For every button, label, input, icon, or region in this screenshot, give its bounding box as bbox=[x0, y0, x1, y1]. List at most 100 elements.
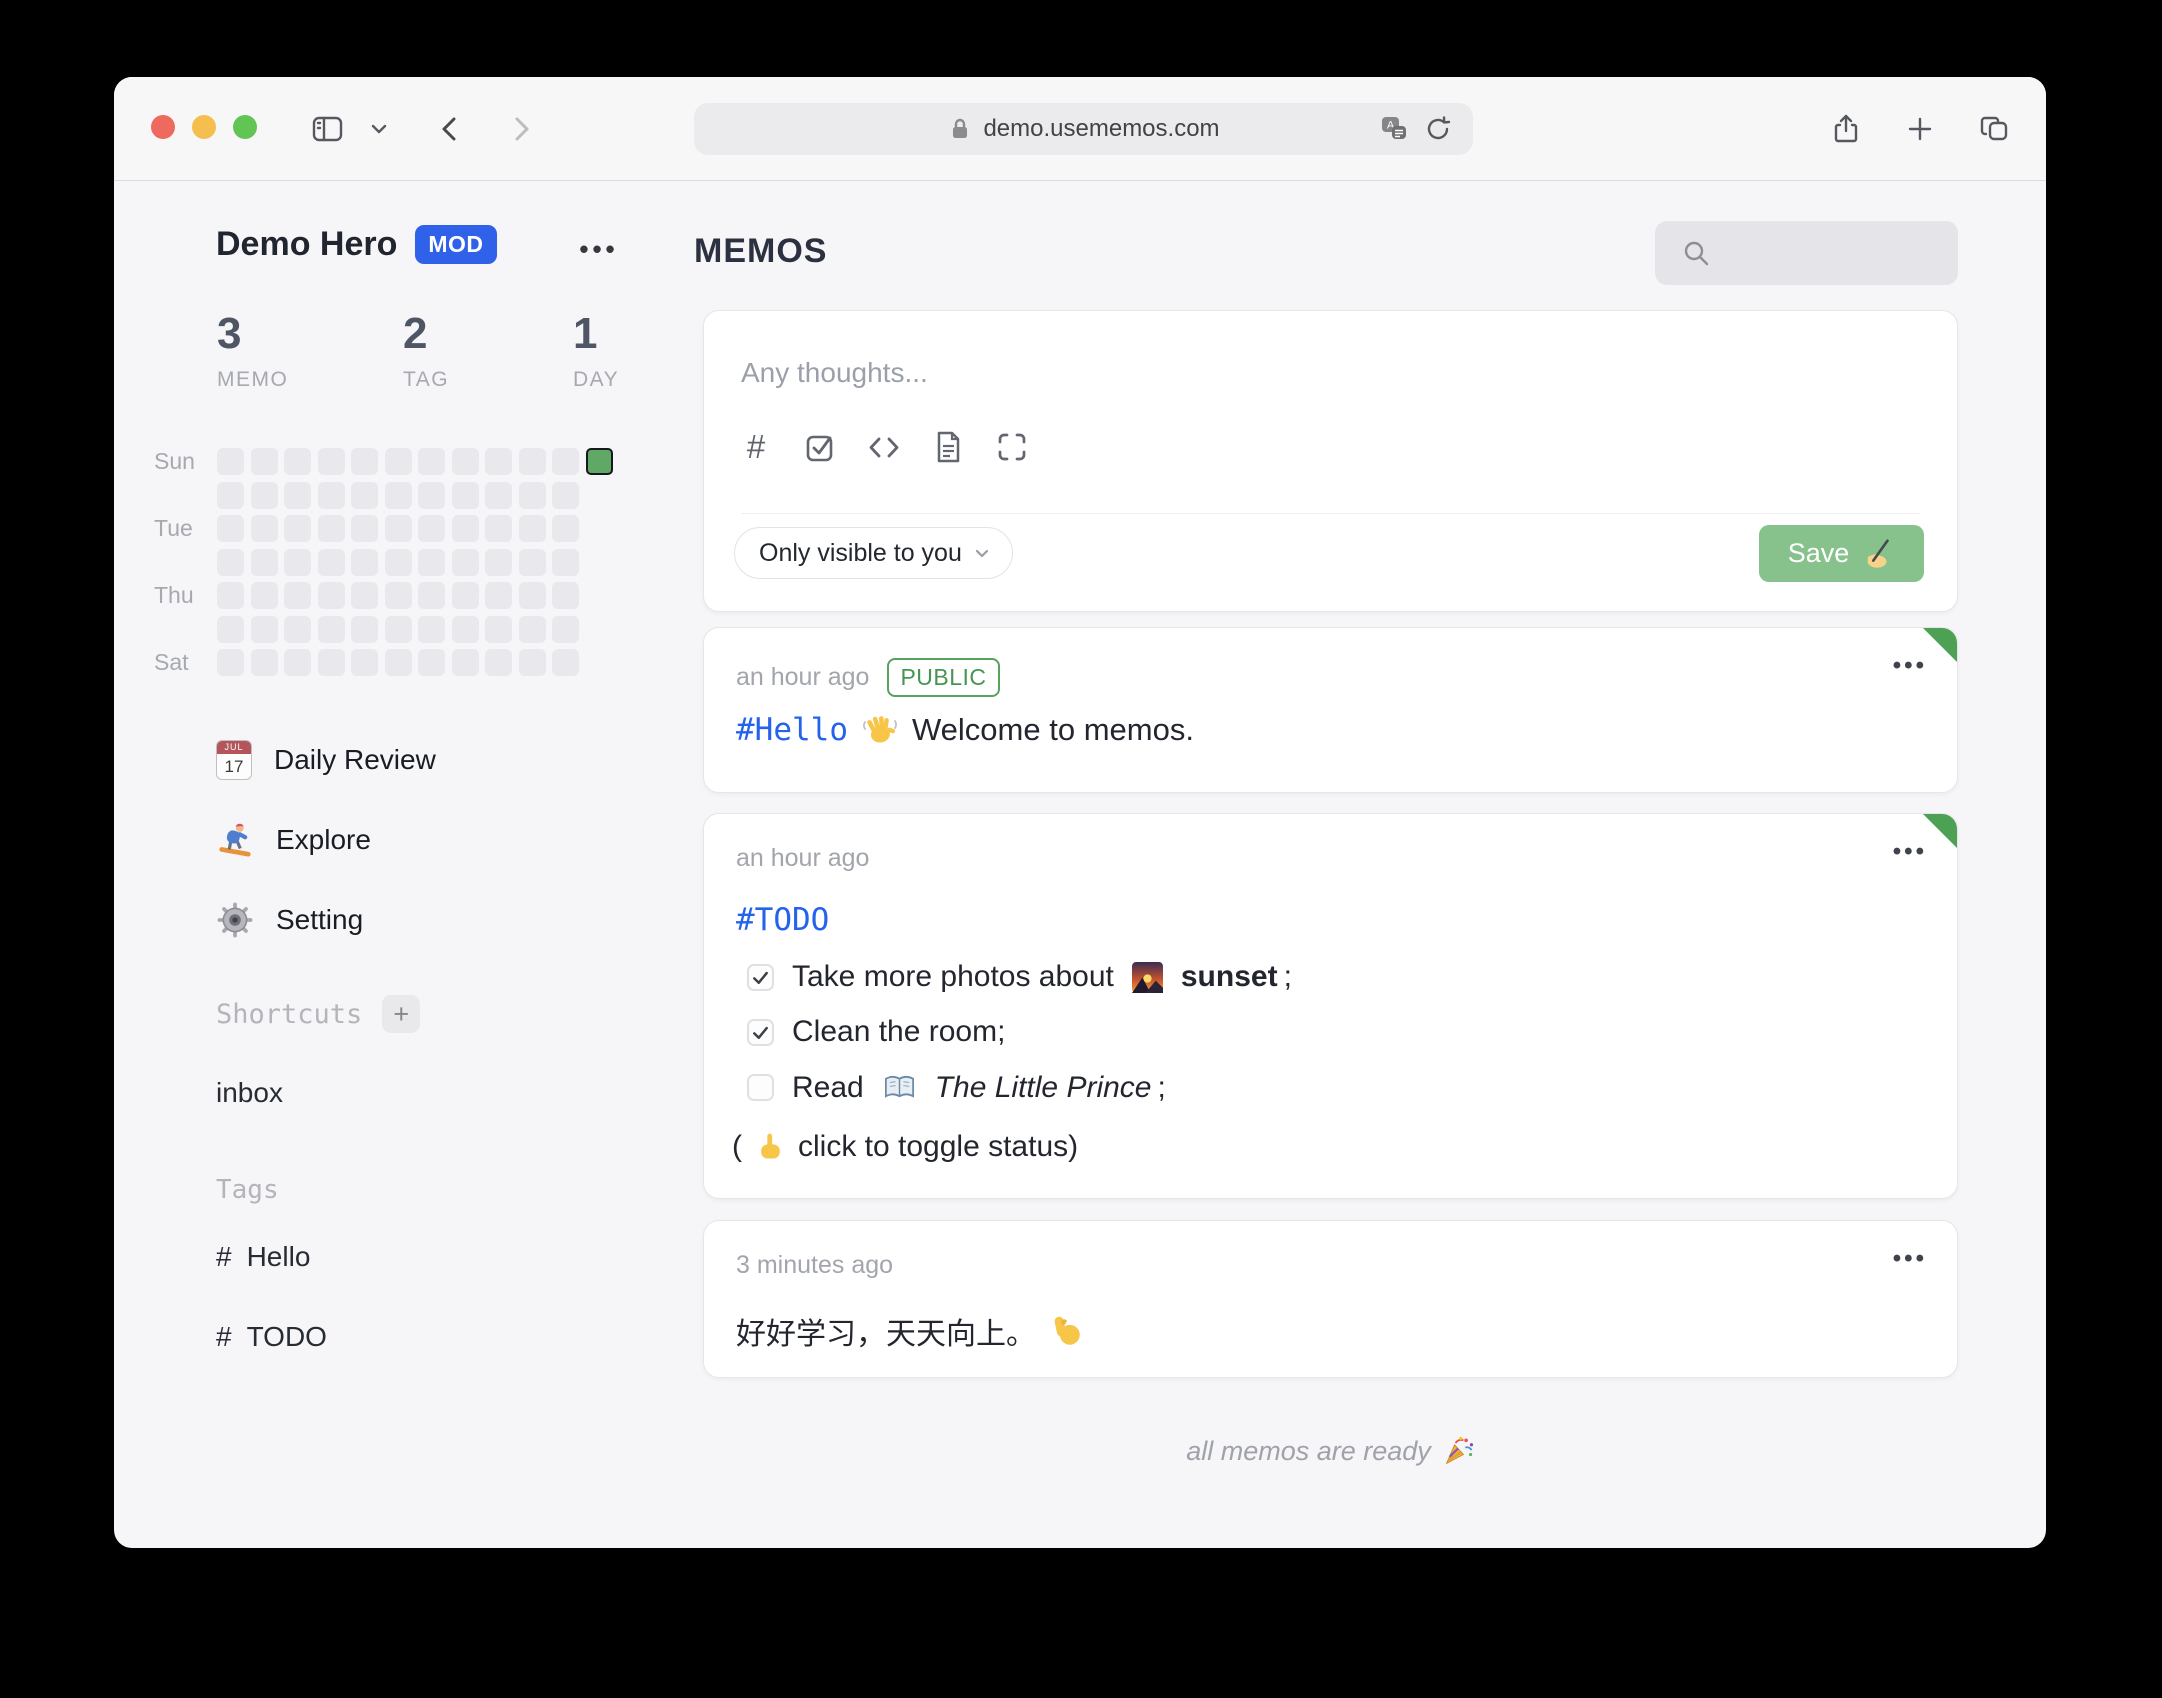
hash-prefix: # bbox=[216, 1241, 232, 1272]
heatmap-day-label: Tue bbox=[154, 515, 193, 541]
heatmap-cell bbox=[251, 515, 278, 542]
heatmap-cell bbox=[485, 482, 512, 509]
calendar-icon: JUL 17 bbox=[216, 740, 252, 780]
url-text: demo.usememos.com bbox=[983, 115, 1220, 142]
chevron-down-icon[interactable] bbox=[364, 109, 394, 149]
memo-tag-hello[interactable]: #Hello bbox=[736, 712, 848, 748]
todo-hint: ( click to toggle status) bbox=[732, 1130, 1079, 1163]
heatmap-cell bbox=[251, 616, 278, 643]
public-corner-marker bbox=[1923, 814, 1957, 848]
sidebar-item-setting[interactable]: Setting bbox=[216, 897, 363, 943]
code-icon[interactable] bbox=[866, 429, 902, 465]
heatmap-cell bbox=[519, 649, 546, 676]
memo-content: 好好学习，天天向上。 bbox=[736, 1309, 1084, 1353]
memos-end-message: all memos are ready bbox=[703, 1435, 1958, 1467]
sidebar-tag-hello[interactable]: # Hello bbox=[216, 1241, 310, 1273]
save-button[interactable]: Save bbox=[1759, 525, 1924, 582]
heatmap-day-label: Sun bbox=[154, 448, 195, 474]
user-banner[interactable]: Demo Hero MOD bbox=[216, 225, 497, 264]
todo-item: Clean the room; bbox=[747, 1015, 1005, 1049]
heatmap-cell bbox=[552, 549, 579, 576]
search-icon bbox=[1681, 238, 1711, 268]
public-badge: PUBLIC bbox=[887, 658, 1000, 697]
memo-menu-ellipsis-icon[interactable]: ••• bbox=[1893, 1245, 1927, 1273]
checkbox-checked[interactable] bbox=[747, 963, 774, 991]
sidebar-item-label: Setting bbox=[276, 904, 364, 935]
user-menu-ellipsis-icon[interactable]: ••• bbox=[569, 229, 629, 269]
heatmap-cell bbox=[217, 515, 244, 542]
heatmap-cell bbox=[452, 616, 479, 643]
heatmap-cell bbox=[552, 482, 579, 509]
mod-badge: MOD bbox=[415, 225, 497, 264]
heatmap-cell bbox=[284, 549, 311, 576]
heatmap-cell bbox=[284, 482, 311, 509]
todo-item: Read The Little Prince; bbox=[747, 1070, 1166, 1105]
heatmap-cell bbox=[452, 482, 479, 509]
flexed-biceps-icon bbox=[1050, 1314, 1084, 1348]
stat-day-value: 1 bbox=[573, 309, 598, 358]
writing-hand-icon bbox=[1861, 537, 1895, 571]
minimize-window-button[interactable] bbox=[192, 115, 216, 139]
editor-placeholder[interactable]: Any thoughts... bbox=[741, 357, 928, 389]
waving-hand-icon bbox=[862, 712, 898, 748]
shortcuts-label: Shortcuts bbox=[216, 998, 363, 1030]
share-icon[interactable] bbox=[1826, 109, 1866, 149]
heatmap-cell bbox=[519, 549, 546, 576]
heatmap-cell bbox=[485, 448, 512, 475]
pointing-up-icon bbox=[754, 1131, 786, 1163]
memo-text: Welcome to memos. bbox=[911, 712, 1194, 747]
sidebar-tag-todo[interactable]: # TODO bbox=[216, 1321, 327, 1353]
close-window-button[interactable] bbox=[151, 115, 175, 139]
forward-button[interactable] bbox=[501, 109, 541, 149]
sidebar-item-daily-review[interactable]: JUL 17 Daily Review bbox=[216, 737, 436, 783]
stat-memo-label: MEMO bbox=[217, 368, 289, 391]
heatmap-cell-today-active bbox=[586, 448, 613, 475]
stat-memo-value: 3 bbox=[217, 309, 242, 358]
new-tab-icon[interactable] bbox=[1900, 109, 1940, 149]
checkbox-icon[interactable] bbox=[802, 429, 838, 465]
heatmap-cell bbox=[318, 482, 345, 509]
memo-menu-ellipsis-icon[interactable]: ••• bbox=[1893, 652, 1927, 680]
fullscreen-icon[interactable] bbox=[994, 429, 1030, 465]
memo-tag-todo[interactable]: #TODO bbox=[736, 902, 829, 938]
reload-icon[interactable] bbox=[1421, 114, 1455, 144]
heatmap-cell bbox=[485, 582, 512, 609]
translate-icon[interactable]: A bbox=[1377, 114, 1411, 144]
heatmap-cell bbox=[284, 582, 311, 609]
checkbox-checked[interactable] bbox=[747, 1018, 774, 1046]
document-icon[interactable] bbox=[930, 429, 966, 465]
heatmap-cell bbox=[418, 616, 445, 643]
heatmap-cell bbox=[519, 482, 546, 509]
heatmap-cell bbox=[251, 582, 278, 609]
heatmap-cell bbox=[318, 549, 345, 576]
search-input[interactable] bbox=[1655, 221, 1958, 285]
back-button[interactable] bbox=[430, 109, 470, 149]
shortcut-item-inbox[interactable]: inbox bbox=[216, 1077, 283, 1109]
visibility-select[interactable]: Only visible to you bbox=[734, 527, 1013, 579]
sunset-icon bbox=[1131, 961, 1163, 993]
open-book-icon bbox=[882, 1070, 917, 1105]
heatmap-cell bbox=[385, 549, 412, 576]
zoom-window-button[interactable] bbox=[233, 115, 257, 139]
sidebar-toggle-icon[interactable] bbox=[308, 109, 348, 149]
heatmap-cell bbox=[217, 549, 244, 576]
checkbox-unchecked[interactable] bbox=[747, 1074, 774, 1101]
add-shortcut-button[interactable]: + bbox=[382, 995, 421, 1033]
memo-menu-ellipsis-icon[interactable]: ••• bbox=[1893, 838, 1927, 866]
heatmap-cell bbox=[552, 649, 579, 676]
heatmap-cell bbox=[418, 482, 445, 509]
hash-icon[interactable]: # bbox=[738, 428, 774, 465]
memo-text: 好好学习，天天向上。 bbox=[736, 1318, 1036, 1351]
visibility-label: Only visible to you bbox=[759, 538, 962, 567]
heatmap-cell bbox=[519, 515, 546, 542]
heatmap-cell bbox=[418, 582, 445, 609]
heatmap-day-label: Thu bbox=[154, 582, 194, 608]
tab-overview-icon[interactable] bbox=[1975, 109, 2015, 149]
heatmap-cell bbox=[217, 448, 244, 475]
address-bar[interactable]: demo.usememos.com A bbox=[694, 103, 1473, 155]
heatmap-cell bbox=[217, 649, 244, 676]
memo-card: 3 minutes ago ••• 好好学习，天天向上。 bbox=[703, 1220, 1958, 1378]
sidebar-item-explore[interactable]: Explore bbox=[216, 817, 371, 863]
heatmap-cell bbox=[452, 582, 479, 609]
stat-tag-label: TAG bbox=[403, 368, 450, 391]
